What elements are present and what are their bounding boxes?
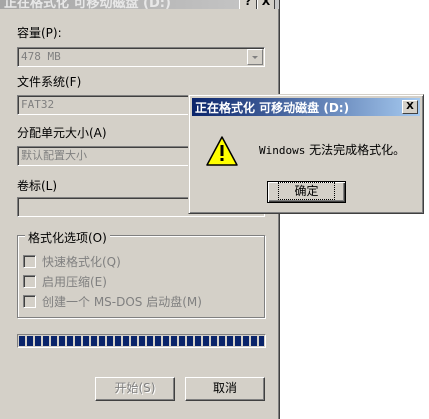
filesystem-value: FAT32 xyxy=(21,98,55,111)
error-dialog-title: 正在格式化 可移动磁盘 (D:) xyxy=(195,101,350,115)
help-button[interactable]: ? xyxy=(239,0,257,9)
msdos-startup-checkbox[interactable] xyxy=(23,295,36,308)
volume-label-label: 卷标(L) xyxy=(17,179,58,193)
quick-format-label: 快速格式化(Q) xyxy=(42,255,121,269)
error-message-prefix: Windows xyxy=(259,144,306,157)
format-window-title: 正在格式化 可移动磁盘 (D:) xyxy=(4,0,171,9)
enable-compression-checkbox[interactable] xyxy=(23,275,36,288)
error-dialog: 正在格式化 可移动磁盘 (D:) X Windows 无法完成格式化。 确定 xyxy=(188,94,424,214)
msdos-startup-option[interactable]: 创建一个 MS-DOS 启动盘(M) xyxy=(23,293,202,309)
start-button[interactable]: 开始(S) xyxy=(95,377,175,401)
format-options-legend: 格式化选项(O) xyxy=(25,229,110,246)
format-progress-bar xyxy=(17,334,266,348)
chevron-down-icon[interactable] xyxy=(247,49,263,65)
quick-format-checkbox[interactable] xyxy=(23,255,36,268)
enable-compression-label: 启用压缩(E) xyxy=(42,275,107,289)
format-progress-fill xyxy=(19,336,264,346)
error-dialog-close-button[interactable]: X xyxy=(402,100,418,114)
error-message: Windows 无法完成格式化。 xyxy=(259,141,405,158)
ok-button-label: 确定 xyxy=(278,182,335,200)
allocation-size-value: 默认配置大小 xyxy=(21,149,87,162)
capacity-value: 478 MB xyxy=(21,50,61,63)
allocation-size-label: 分配单元大小(A) xyxy=(17,126,107,140)
filesystem-label: 文件系统(F) xyxy=(17,75,82,89)
enable-compression-option[interactable]: 启用压缩(E) xyxy=(23,273,107,289)
msdos-startup-label: 创建一个 MS-DOS 启动盘(M) xyxy=(42,295,202,309)
quick-format-option[interactable]: 快速格式化(Q) xyxy=(23,253,121,269)
error-message-text: 无法完成格式化。 xyxy=(305,143,406,157)
format-window-titlebar: 正在格式化 可移动磁盘 (D:) ? X xyxy=(0,0,279,9)
capacity-select[interactable]: 478 MB xyxy=(17,47,265,67)
capacity-label: 容量(P): xyxy=(17,26,62,40)
ok-button[interactable]: 确定 xyxy=(267,181,346,203)
format-window-close-button[interactable]: X xyxy=(257,0,275,9)
warning-icon xyxy=(206,136,238,166)
cancel-button[interactable]: 取消 xyxy=(185,377,265,401)
error-dialog-titlebar: 正在格式化 可移动磁盘 (D:) X xyxy=(192,98,420,116)
